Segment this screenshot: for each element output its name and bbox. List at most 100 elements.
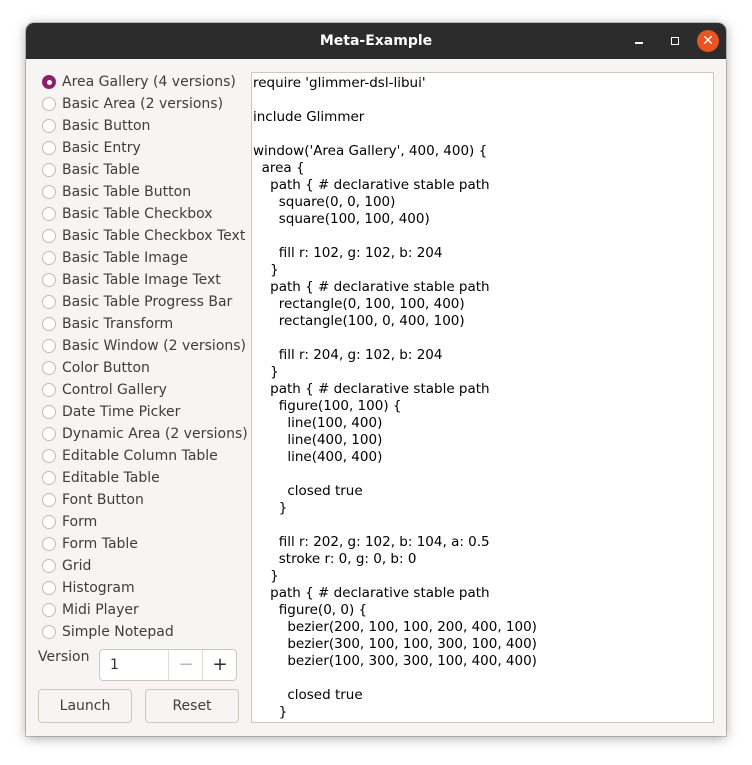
code-line: square(0, 0, 100) (253, 194, 396, 210)
radio-unchecked-icon[interactable] (42, 273, 56, 287)
radio-unchecked-icon[interactable] (42, 383, 56, 397)
code-line: path { # declarative stable path (253, 279, 490, 295)
example-radio-label: Basic Table (62, 162, 140, 178)
example-radio-label: Editable Column Table (62, 448, 218, 464)
code-line: line(400, 100) (253, 432, 383, 448)
radio-unchecked-icon[interactable] (42, 471, 56, 485)
example-radio-label: Dynamic Area (2 versions) (62, 426, 248, 442)
radio-unchecked-icon[interactable] (42, 493, 56, 507)
code-line: path { # declarative stable path (253, 177, 490, 193)
version-value[interactable]: 1 (110, 650, 119, 680)
radio-unchecked-icon[interactable] (42, 559, 56, 573)
minimize-icon (635, 42, 643, 44)
radio-unchecked-icon[interactable] (42, 163, 56, 177)
radio-unchecked-icon[interactable] (42, 361, 56, 375)
radio-checked-icon[interactable] (42, 75, 56, 89)
radio-unchecked-icon[interactable] (42, 405, 56, 419)
example-radio-item[interactable]: Basic Area (2 versions) (41, 93, 251, 115)
example-radio-item[interactable]: Basic Table Image (41, 247, 251, 269)
example-radio-label: Grid (62, 558, 92, 574)
example-radio-label: Basic Button (62, 118, 151, 134)
example-radio-item[interactable]: Editable Column Table (41, 445, 251, 467)
version-spinbox[interactable]: 1 − + (99, 649, 237, 681)
code-line: fill r: 202, g: 102, b: 104, a: 0.5 (253, 534, 490, 550)
code-lines: require 'glimmer-dsl-libui' include Glim… (252, 75, 537, 721)
radio-unchecked-icon[interactable] (42, 581, 56, 595)
example-radio-item[interactable]: Midi Player (41, 599, 251, 621)
code-line: stroke r: 0, g: 0, b: 0 (253, 551, 417, 567)
example-radio-label: Color Button (62, 360, 150, 376)
example-radio-item[interactable]: Dynamic Area (2 versions) (41, 423, 251, 445)
radio-unchecked-icon[interactable] (42, 207, 56, 221)
example-radio-item[interactable]: Color Button (41, 357, 251, 379)
radio-unchecked-icon[interactable] (42, 537, 56, 551)
example-radio-label: Histogram (62, 580, 135, 596)
radio-unchecked-icon[interactable] (42, 603, 56, 617)
decrement-button[interactable]: − (168, 650, 203, 680)
example-radio-item[interactable]: Font Button (41, 489, 251, 511)
code-line: } (253, 262, 279, 278)
radio-unchecked-icon[interactable] (42, 449, 56, 463)
code-line: figure(100, 100) { (253, 398, 402, 414)
example-radio-label: Basic Table Image Text (62, 272, 221, 288)
close-button[interactable]: ✕ (697, 30, 719, 52)
code-line: } (253, 568, 279, 584)
example-radio-label: Date Time Picker (62, 404, 181, 420)
example-radio-item[interactable]: Basic Table Button (41, 181, 251, 203)
example-radio-item[interactable]: Basic Window (2 versions) (41, 335, 251, 357)
example-radio-item[interactable]: Area Gallery (4 versions) (41, 71, 251, 93)
example-radio-item[interactable]: Histogram (41, 577, 251, 599)
code-line: bezier(200, 100, 100, 200, 400, 100) (253, 619, 537, 635)
example-radio-item[interactable]: Basic Table (41, 159, 251, 181)
example-radio-item[interactable]: Editable Table (41, 467, 251, 489)
example-radio-item[interactable]: Basic Button (41, 115, 251, 137)
example-radio-item[interactable]: Basic Table Progress Bar (41, 291, 251, 313)
radio-unchecked-icon[interactable] (42, 295, 56, 309)
example-radio-label: Editable Table (62, 470, 160, 486)
code-line: include Glimmer (253, 109, 365, 125)
radio-unchecked-icon[interactable] (42, 427, 56, 441)
example-radio-label: Form Table (62, 536, 138, 552)
example-radio-item[interactable]: Form (41, 511, 251, 533)
code-line: rectangle(100, 0, 400, 100) (253, 313, 465, 329)
example-radio-item[interactable]: Basic Table Image Text (41, 269, 251, 291)
code-line: rectangle(0, 100, 100, 400) (253, 296, 465, 312)
radio-unchecked-icon[interactable] (42, 251, 56, 265)
radio-unchecked-icon[interactable] (42, 141, 56, 155)
example-radio-item[interactable]: Form Table (41, 533, 251, 555)
example-radio-item[interactable]: Basic Transform (41, 313, 251, 335)
radio-unchecked-icon[interactable] (42, 185, 56, 199)
example-radio-label: Font Button (62, 492, 144, 508)
close-icon: ✕ (702, 33, 714, 49)
radio-unchecked-icon[interactable] (42, 229, 56, 243)
code-line: closed true (253, 483, 363, 499)
example-radio-label: Basic Area (2 versions) (62, 96, 224, 112)
radio-unchecked-icon[interactable] (42, 625, 56, 639)
radio-unchecked-icon[interactable] (42, 119, 56, 133)
example-radio-item[interactable]: Control Gallery (41, 379, 251, 401)
code-line: area { (253, 160, 305, 176)
code-editor[interactable]: require 'glimmer-dsl-libui' include Glim… (251, 72, 714, 723)
launch-button[interactable]: Launch (38, 689, 132, 723)
minimize-button[interactable] (628, 30, 650, 52)
example-radio-item[interactable]: Simple Notepad (41, 621, 251, 643)
radio-unchecked-icon[interactable] (42, 339, 56, 353)
example-radio-label: Form (62, 514, 98, 530)
radio-unchecked-icon[interactable] (42, 515, 56, 529)
maximize-button[interactable] (664, 30, 686, 52)
radio-unchecked-icon[interactable] (42, 97, 56, 111)
example-radio-item[interactable]: Basic Entry (41, 137, 251, 159)
title-bar[interactable]: Meta-Example ✕ (26, 23, 726, 59)
example-radio-item[interactable]: Date Time Picker (41, 401, 251, 423)
example-radio-item[interactable]: Basic Table Checkbox Text (41, 225, 251, 247)
example-radio-item[interactable]: Grid (41, 555, 251, 577)
radio-unchecked-icon[interactable] (42, 317, 56, 331)
example-radio-item[interactable]: Basic Table Checkbox (41, 203, 251, 225)
code-line: bezier(300, 100, 100, 300, 100, 400) (253, 636, 537, 652)
code-line: closed true (253, 687, 363, 703)
reset-button[interactable]: Reset (145, 689, 239, 723)
increment-button[interactable]: + (202, 650, 237, 680)
